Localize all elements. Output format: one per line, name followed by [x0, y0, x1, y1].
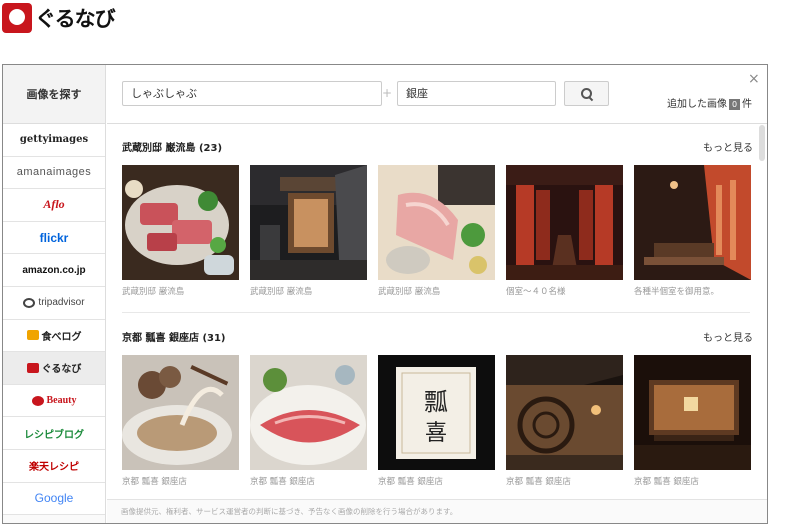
sidebar-title: 画像を探す — [3, 65, 105, 124]
keyword-input[interactable]: しゃぶしゃぶ — [122, 81, 382, 106]
gettyimages-logo: gettyimages — [19, 134, 89, 146]
search-icon — [580, 87, 593, 100]
location-input[interactable]: 銀座 — [397, 81, 556, 106]
source-gettyimages[interactable]: gettyimages — [3, 124, 105, 157]
image-thumbnail[interactable] — [506, 355, 623, 470]
image-thumbnail[interactable] — [378, 165, 495, 280]
beauty-icon — [31, 395, 44, 406]
amanaimages-logo: amanaimages — [16, 166, 92, 179]
gurunavi-logo[interactable]: ぐるなび — [2, 3, 116, 33]
image-thumbnail[interactable] — [250, 165, 367, 280]
image-caption: 京都 瓢喜 銀座店 — [250, 477, 315, 487]
page: ぐるなび 画像を探す gettyimages amanaimages Aflo … — [0, 0, 799, 527]
image-thumbnail[interactable] — [634, 165, 751, 280]
image-caption: 個室～４０名様 — [506, 287, 566, 297]
image-thumbnail[interactable]: 瓢 喜 — [378, 355, 495, 470]
group-title[interactable]: 武蔵別邸 巌流島 (23) — [122, 139, 222, 154]
group-title[interactable]: 京都 瓢喜 銀座店 (31) — [122, 329, 226, 344]
tripadvisor-logo: tripadvisor — [38, 297, 85, 309]
added-count: 0 — [729, 98, 740, 110]
image-caption: 京都 瓢喜 銀座店 — [122, 477, 187, 487]
source-tripadvisor[interactable]: tripadvisor — [3, 286, 105, 320]
image-thumbnail[interactable] — [634, 355, 751, 470]
tripadvisor-owl-icon — [23, 297, 36, 308]
restaurant-sign-photo: 瓢 喜 — [378, 355, 495, 470]
aflo-logo: Aflo — [43, 197, 65, 212]
flickr-logo: flickr — [39, 230, 69, 245]
image-caption: 京都 瓢喜 銀座店 — [506, 477, 571, 487]
image-caption: 京都 瓢喜 銀座店 — [634, 477, 699, 487]
source-amazon[interactable]: amazon.co.jp — [3, 254, 105, 287]
added-label: 追加した画像 — [667, 99, 727, 110]
dark-interior-photo — [634, 355, 751, 470]
wagyu-platter-photo — [122, 165, 239, 280]
footer-notice: 画像提供元、権利者、サービス運営者の判断に基づき、予告なく画像の削除を行う場合が… — [107, 499, 767, 523]
source-beauty[interactable]: Beauty — [3, 384, 105, 418]
rakuten-recipe-logo: 楽天レシピ — [29, 462, 79, 474]
group-divider — [122, 312, 750, 313]
recipe-blog-logo: レシピブログ — [24, 429, 84, 441]
more-link[interactable]: もっと見る — [703, 329, 753, 344]
sliced-beef-photo — [250, 355, 367, 470]
gurunavi-logo-small: ぐるなび — [41, 364, 82, 376]
close-button[interactable]: × — [748, 71, 760, 87]
tabelog-icon — [26, 330, 39, 341]
interior-wall-photo — [506, 355, 623, 470]
semi-private-room-photo — [634, 165, 751, 280]
added-suffix: 件 — [742, 99, 752, 110]
svg-text:瓢: 瓢 — [424, 388, 448, 416]
source-amanaimages[interactable]: amanaimages — [3, 156, 105, 190]
gurunavi-icon — [26, 362, 39, 373]
image-caption: 武蔵別邸 巌流島 — [378, 287, 441, 297]
results-scrollbar[interactable] — [759, 125, 765, 161]
more-link[interactable]: もっと見る — [703, 139, 753, 154]
google-logo: Google — [34, 491, 74, 506]
private-room-corridor-photo — [506, 165, 623, 280]
image-caption: 武蔵別邸 巌流島 — [122, 287, 185, 297]
shabu-shabu-meat-photo — [378, 165, 495, 280]
amazon-logo: amazon.co.jp — [22, 264, 86, 276]
gurunavi-badge-icon — [2, 3, 32, 33]
plus-separator: + — [382, 86, 393, 100]
noodle-bowl-photo — [122, 355, 239, 470]
source-aflo[interactable]: Aflo — [3, 189, 105, 222]
image-thumbnail[interactable] — [506, 165, 623, 280]
image-caption: 京都 瓢喜 銀座店 — [378, 477, 443, 487]
image-thumbnail[interactable] — [122, 355, 239, 470]
beauty-logo: Beauty — [46, 395, 77, 407]
image-caption: 武蔵別邸 巌流島 — [250, 287, 313, 297]
source-flickr[interactable]: flickr — [3, 221, 105, 255]
tabelog-logo: 食べログ — [41, 331, 82, 343]
logo-text: ぐるなび — [35, 7, 116, 31]
source-sidebar: 画像を探す gettyimages amanaimages Aflo flick… — [3, 65, 106, 523]
svg-text:喜: 喜 — [425, 421, 447, 446]
image-thumbnail[interactable] — [122, 165, 239, 280]
image-caption: 各種半個室を御用意。 — [634, 287, 720, 297]
added-images-counter: 追加した画像 0 件 — [667, 95, 752, 110]
source-rakuten-recipe[interactable]: 楽天レシピ — [3, 449, 105, 483]
search-bar: しゃぶしゃぶ + 銀座 × 追加した画像 0 件 — [107, 65, 767, 124]
image-search-dialog: 画像を探す gettyimages amanaimages Aflo flick… — [2, 64, 768, 524]
source-gurunavi[interactable]: ぐるなび — [3, 352, 105, 385]
source-tabelog[interactable]: 食べログ — [3, 319, 105, 353]
restaurant-entrance-photo — [250, 165, 367, 280]
source-recipe-blog[interactable]: レシピブログ — [3, 417, 105, 450]
source-google[interactable]: Google — [3, 482, 105, 516]
main-panel: しゃぶしゃぶ + 銀座 × 追加した画像 0 件 武蔵別邸 巌流島 (23) もっと… — [107, 65, 767, 523]
image-thumbnail[interactable] — [250, 355, 367, 470]
search-button[interactable] — [564, 81, 609, 106]
